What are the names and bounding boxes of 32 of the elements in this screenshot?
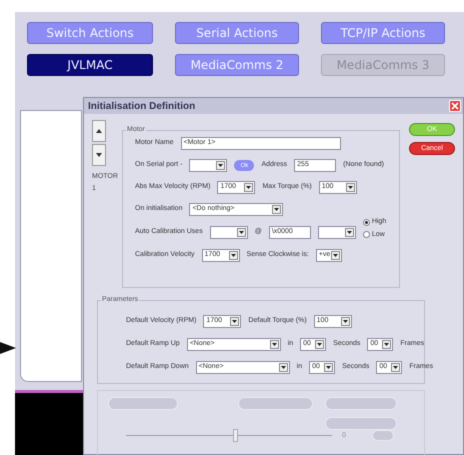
dropdown-arrow-icon xyxy=(244,183,254,192)
dropdown-arrow-icon xyxy=(216,161,226,170)
slider-thumb[interactable] xyxy=(233,429,238,442)
dropdown-arrow-icon xyxy=(340,317,350,326)
video-panel xyxy=(15,390,85,455)
scroll-up-button[interactable] xyxy=(92,120,106,142)
up-arrow-icon xyxy=(96,129,102,133)
dropdown-arrow-icon xyxy=(228,251,238,260)
dialog-title: Initialisation Definition xyxy=(88,100,196,114)
dropdown-arrow-icon xyxy=(330,251,340,260)
dropdown[interactable] xyxy=(318,226,356,239)
dropdown-arrow-icon xyxy=(230,317,240,326)
down-arrow-icon xyxy=(96,153,102,157)
radio-button[interactable] xyxy=(362,231,370,238)
dropdown[interactable] xyxy=(189,159,228,172)
dropdown-arrow-icon xyxy=(270,340,279,349)
pointer-arrow-icon xyxy=(0,340,16,356)
action-button[interactable]: JVLMAC xyxy=(27,54,153,76)
dropdown-arrow-icon xyxy=(382,340,392,349)
dropdown-arrow-icon xyxy=(315,340,324,349)
dropdown-arrow-icon xyxy=(391,363,400,372)
close-button[interactable] xyxy=(449,100,461,112)
dropdown-arrow-icon xyxy=(272,205,282,214)
scroll-down-button[interactable] xyxy=(92,144,106,166)
dropdown[interactable] xyxy=(210,226,248,239)
dropdown-arrow-icon xyxy=(324,363,334,372)
dropdown-arrow-icon xyxy=(236,228,246,237)
dropdown-arrow-icon xyxy=(278,363,288,372)
dropdown-arrow-icon xyxy=(346,183,355,192)
radio-button[interactable] xyxy=(362,218,370,226)
dropdown-arrow-icon xyxy=(344,228,354,237)
close-icon xyxy=(451,102,459,110)
